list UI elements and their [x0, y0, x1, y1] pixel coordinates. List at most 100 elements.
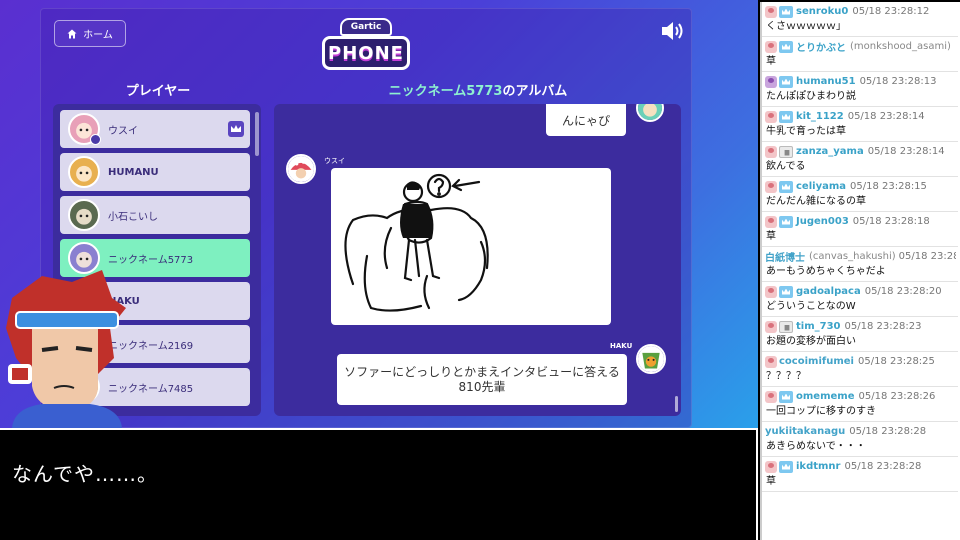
chat-message-text: くさｗｗｗｗｗ」	[766, 21, 846, 32]
premium-crown-icon	[779, 215, 793, 228]
chat-message-meta: 白紙博士 (canvas_hakushi)05/18 23:28:	[765, 248, 956, 265]
chat-user-handle: (canvas_hakushi)	[809, 251, 896, 262]
chat-username[interactable]: tim_730	[796, 321, 841, 332]
chat-username[interactable]: 白紙博士	[765, 249, 805, 264]
chat-message-meta: kit_1122 05/18 23:28:14	[765, 108, 956, 125]
chat-username[interactable]: Jugen003	[796, 216, 849, 227]
chat-timestamp: 05/18 23:28:13	[859, 76, 937, 87]
moderator-badge-icon	[779, 145, 793, 158]
chat-message-meta: tim_730 05/18 23:28:23	[765, 318, 956, 335]
avatar	[68, 199, 100, 231]
user-icon	[765, 145, 777, 158]
player-item[interactable]: HUMANU	[60, 153, 250, 191]
chat-message-meta: humanu51 05/18 23:28:13	[765, 73, 956, 90]
chat-timestamp: 05/18 23:28:28	[844, 461, 922, 472]
player-list-scrollbar[interactable]	[255, 112, 259, 156]
chat-timestamp: 05/18 23:28:	[898, 251, 956, 262]
chat-username[interactable]: gadoalpaca	[796, 286, 861, 297]
moderator-badge-icon	[779, 320, 793, 333]
crown-icon	[228, 121, 244, 137]
chat-username[interactable]: senroku0	[796, 6, 848, 17]
chat-username[interactable]: zanza_yama	[796, 146, 864, 157]
user-icon	[765, 110, 777, 123]
premium-crown-icon	[779, 110, 793, 123]
chat-message: gadoalpaca 05/18 23:28:20 どういうことなのW	[762, 282, 958, 317]
chat-message-meta: Jugen003 05/18 23:28:18	[765, 213, 956, 230]
chat-message-text: 牛乳で育ったは草	[766, 126, 846, 137]
chat-message-text: たんぽぽひまわり説	[766, 91, 856, 102]
host-marker-icon	[90, 134, 101, 145]
chat-username[interactable]: cocoimifumei	[779, 356, 854, 367]
player-item[interactable]: ウスイ	[60, 110, 250, 148]
chat-timestamp: 05/18 23:28:15	[850, 181, 927, 192]
chat-username[interactable]: yukiitakanagu	[765, 426, 845, 437]
user-icon	[765, 320, 777, 333]
album-title-suffix: のアルバム	[502, 84, 568, 99]
chat-timestamp: 05/18 23:28:25	[857, 356, 935, 367]
chat-message-meta: omememe 05/18 23:28:26	[765, 388, 956, 405]
user-icon	[765, 180, 777, 193]
avatar	[68, 156, 100, 188]
chat-message-meta: senroku0 05/18 23:28:12	[765, 3, 956, 20]
chat-timestamp: 05/18 23:28:23	[844, 321, 922, 332]
chat-message-text: だんだん雑になるの草	[766, 196, 866, 207]
album-scrollbar[interactable]	[675, 396, 678, 412]
home-label: ホーム	[83, 30, 113, 41]
home-icon	[67, 29, 77, 38]
chat-message-meta: zanza_yama 05/18 23:28:14	[765, 143, 956, 160]
chat-message-text: あきらめないで・・・	[766, 441, 866, 452]
chat-message-text: お題の変移が面白い	[766, 336, 856, 347]
premium-crown-icon	[779, 390, 793, 403]
chat-message: zanza_yama 05/18 23:28:14 飲んでる	[762, 142, 958, 177]
user-icon	[765, 285, 777, 298]
premium-crown-icon	[779, 5, 793, 18]
gartic-phone-logo: Gartic PHONE	[322, 18, 410, 74]
chat-user-handle: (monkshood_asami)	[850, 41, 951, 52]
chat-message: omememe 05/18 23:28:26 一回コップに移すのすき	[762, 387, 958, 422]
player-name: ニックネーム5773	[108, 254, 194, 266]
logo-main-text: PHONE	[322, 36, 410, 70]
chat-message: tim_730 05/18 23:28:23 お題の変移が面白い	[762, 317, 958, 352]
caption-author-name: HAKU	[610, 342, 633, 350]
game-area: ホーム Gartic PHONE プレイヤー ニックネーム5773のアルバム ウ…	[0, 0, 758, 428]
chat-message-meta: yukiitakanagu 05/18 23:28:28	[765, 423, 956, 440]
album-title: ニックネーム5773のアルバム	[276, 80, 680, 99]
chat-message-meta: とりかぶと (monkshood_asami)	[765, 38, 956, 55]
album-panel[interactable]: んにゃぴ ウスイ HAKU ソファーにどっしりとかまえインタビューに答える810…	[274, 104, 681, 416]
players-title: プレイヤー	[125, 84, 191, 99]
chat-panel[interactable]: senroku0 05/18 23:28:12 くさｗｗｗｗｗ」とりかぶと (monk…	[760, 2, 960, 540]
drawing-canvas	[331, 168, 611, 325]
chat-username[interactable]: とりかぶと	[796, 39, 846, 54]
chat-message-meta: celiyama 05/18 23:28:15	[765, 178, 956, 195]
chat-timestamp: 05/18 23:28:14	[867, 146, 945, 157]
sofa-drawing	[344, 173, 489, 312]
stream-screen: ホーム Gartic PHONE プレイヤー ニックネーム5773のアルバム ウ…	[0, 0, 960, 540]
home-button[interactable]: ホーム	[54, 20, 126, 47]
premium-crown-icon	[779, 460, 793, 473]
speaker-icon[interactable]	[660, 20, 686, 42]
user-icon	[765, 460, 777, 473]
chat-message: celiyama 05/18 23:28:15 だんだん雑になるの草	[762, 177, 958, 212]
premium-crown-icon	[779, 40, 793, 53]
player-name: ウスイ	[108, 125, 138, 137]
chat-message: humanu51 05/18 23:28:13 たんぽぽひまわり説	[762, 72, 958, 107]
chat-username[interactable]: omememe	[796, 391, 854, 402]
chat-timestamp: 05/18 23:28:20	[864, 286, 942, 297]
chat-username[interactable]: celiyama	[796, 181, 846, 192]
user-icon	[765, 355, 777, 368]
chat-message-text: 一回コップに移すのすき	[766, 406, 876, 417]
player-item[interactable]: 小石こいし	[60, 196, 250, 234]
chat-message-text: 草	[766, 476, 776, 487]
chat-message: cocoimifumei 05/18 23:28:25？？？？	[762, 352, 958, 387]
chat-timestamp: 05/18 23:28:26	[858, 391, 936, 402]
chat-message: Jugen003 05/18 23:28:18 草	[762, 212, 958, 247]
chat-message: yukiitakanagu 05/18 23:28:28 あきらめないで・・・	[762, 422, 958, 457]
chat-message: 白紙博士 (canvas_hakushi)05/18 23:28: あーもうめちゃく…	[762, 247, 958, 282]
chat-username[interactable]: humanu51	[796, 76, 856, 87]
chat-username[interactable]: kit_1122	[796, 111, 844, 122]
premium-crown-icon	[779, 285, 793, 298]
chat-message-meta: gadoalpaca 05/18 23:28:20	[765, 283, 956, 300]
chat-message: kit_1122 05/18 23:28:14 牛乳で育ったは草	[762, 107, 958, 142]
chat-username[interactable]: ikdtmnr	[796, 461, 841, 472]
premium-crown-icon	[779, 180, 793, 193]
